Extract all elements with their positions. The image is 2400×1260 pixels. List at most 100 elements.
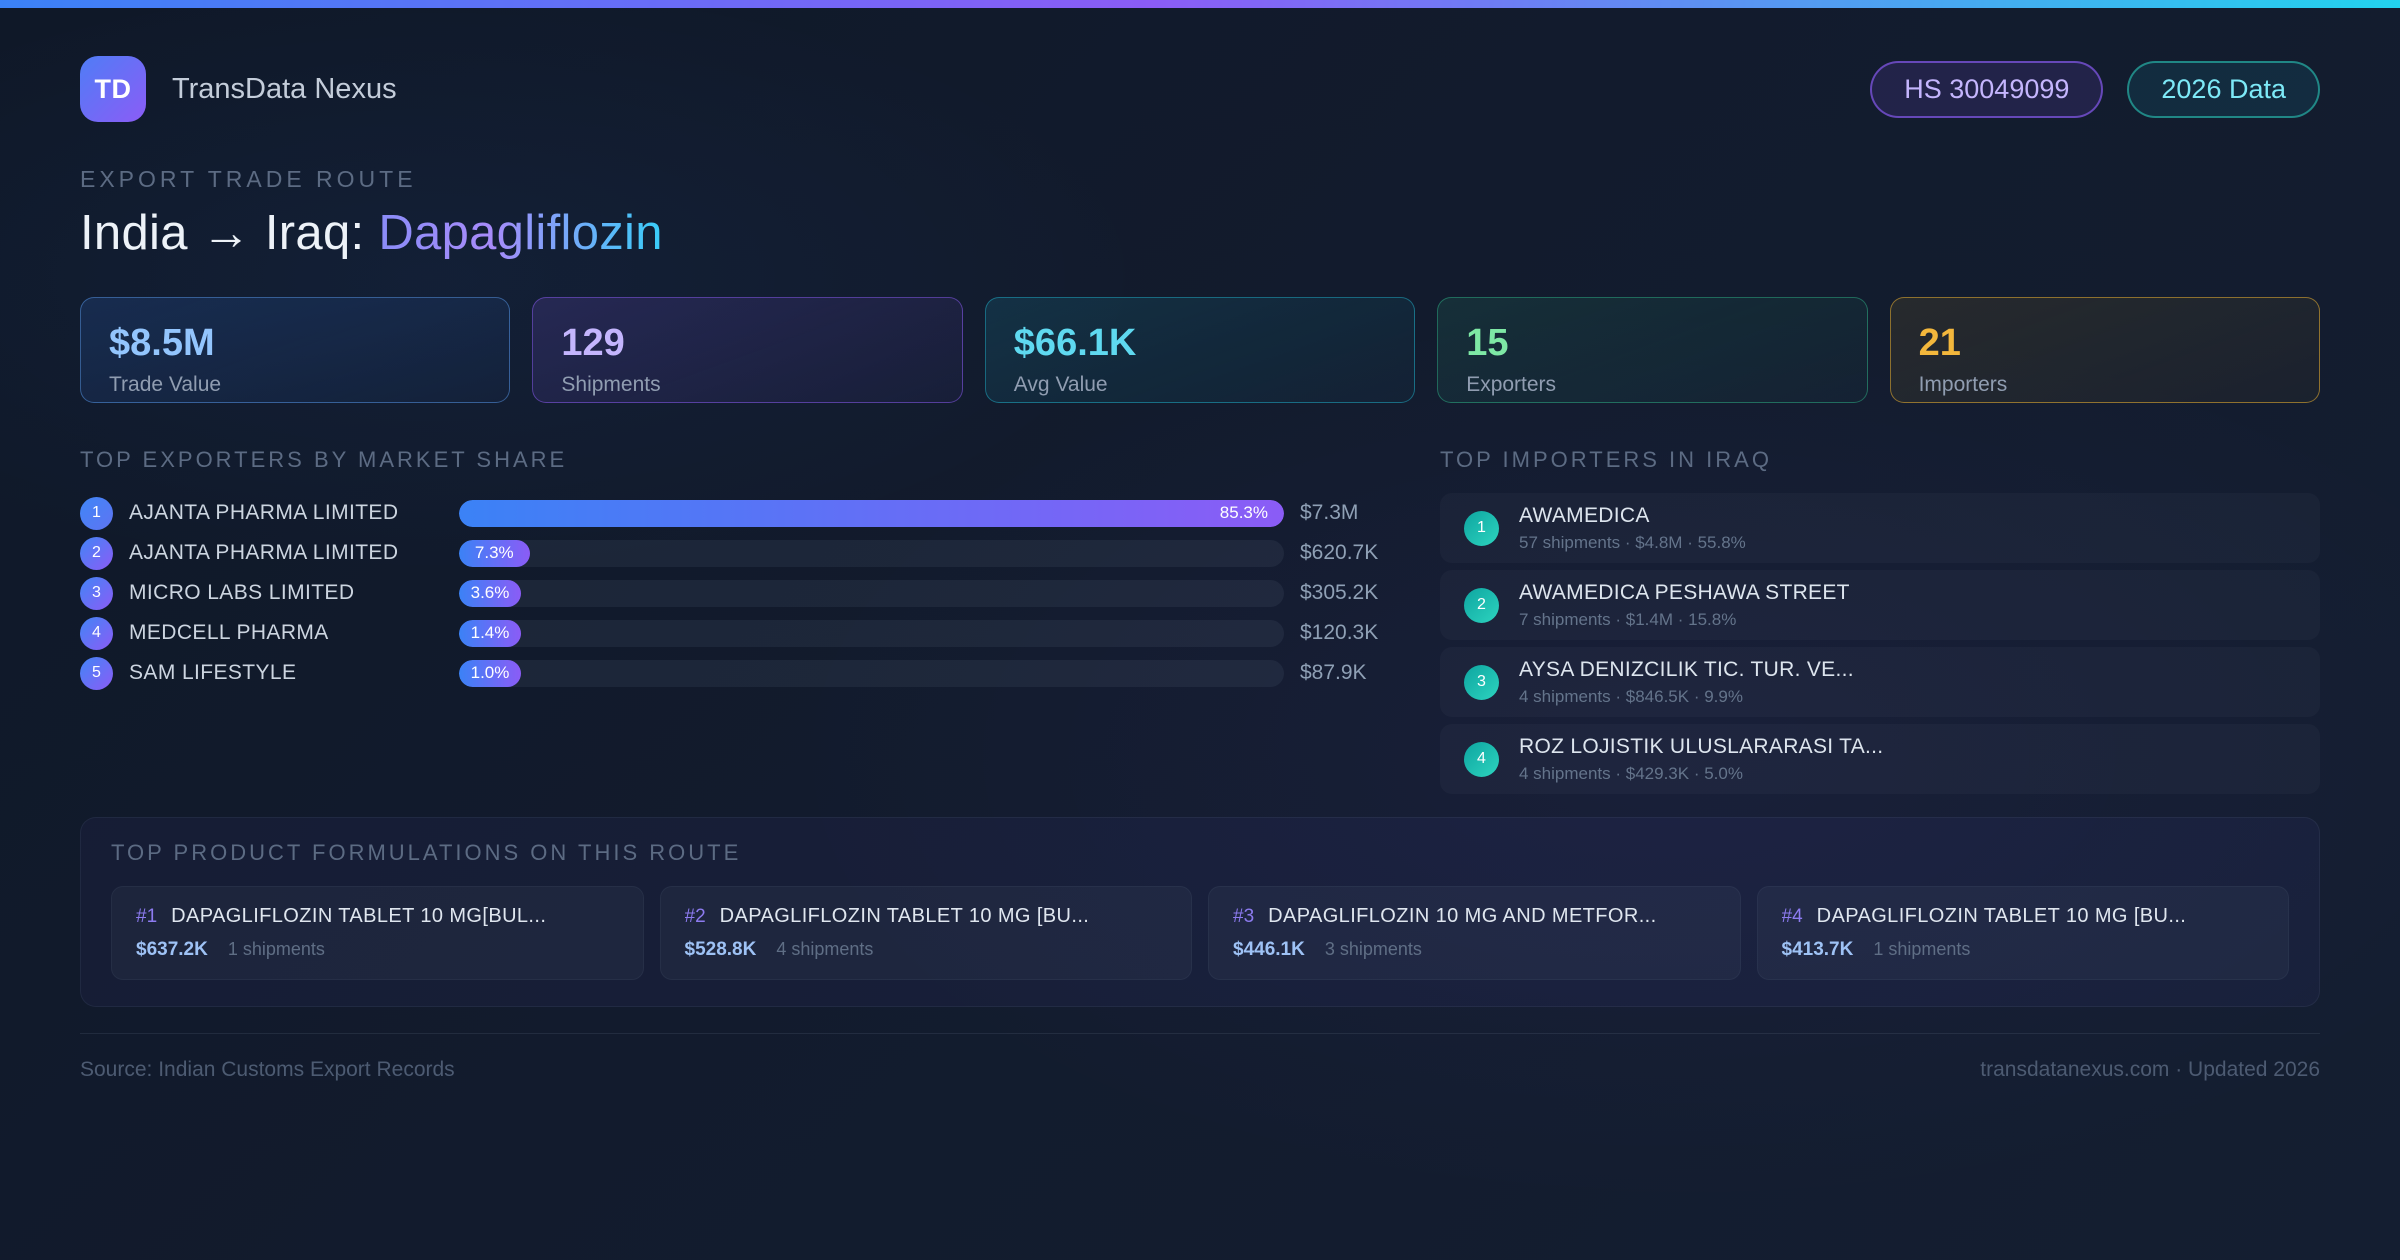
stat-card-shipments: 129 Shipments xyxy=(532,297,963,403)
market-share-bar-fill: 1.4% xyxy=(459,619,521,647)
page-title: India → Iraq: Dapagliflozin xyxy=(80,205,2320,261)
importers-section: TOP IMPORTERS IN IRAQ 1 AWAMEDICA 57 shipm… xyxy=(1440,447,2320,801)
product-name: DAPAGLIFLOZIN 10 MG AND METFOR... xyxy=(1268,905,1657,927)
brand-name: TransData Nexus xyxy=(172,72,397,105)
stat-card-avg-value: $66.1K Avg Value xyxy=(984,297,1416,403)
importer-info: ROZ LOJISTIK ULUSLARARASI TA... 4 shipmen… xyxy=(1519,735,1883,784)
rank-badge: 5 xyxy=(80,656,113,690)
exporters-list: 1 AJANTA PHARMA LIMITED 85.3% $7.3M 2 AJANTA … xyxy=(80,493,1400,693)
rank-badge: 1 xyxy=(80,496,113,530)
importers-heading: TOP IMPORTERS IN IRAQ xyxy=(1440,447,1772,472)
stat-value: $8.5M xyxy=(109,322,215,364)
products-list: #1 DAPAGLIFLOZIN TABLET 10 MG[BUL... $637.… xyxy=(111,886,2289,980)
importer-meta: 4 shipments · $429.3K · 5.0% xyxy=(1519,763,1743,783)
app-logo: TD xyxy=(80,56,146,122)
footer-source: Source: Indian Customs Export Records xyxy=(80,1058,455,1081)
header-badges: HS 30049099 2026 Data xyxy=(1870,60,2320,118)
rank-badge: 4 xyxy=(1464,741,1499,777)
product-title-row: #3 DAPAGLIFLOZIN 10 MG AND METFOR... xyxy=(1233,905,1716,928)
product-value: $413.7K xyxy=(1781,939,1854,960)
top-gradient-bar xyxy=(0,0,2400,8)
exporter-row[interactable]: 3 MICRO LABS LIMITED 3.6% $305.2K xyxy=(80,573,1400,613)
market-share-bar-fill: 7.3% xyxy=(459,539,530,567)
importer-info: AWAMEDICA PESHAWA STREET 7 shipments · $1… xyxy=(1519,581,1850,630)
footer-site: transdatanexus.com · Updated 2026 xyxy=(1980,1058,2320,1081)
importer-card[interactable]: 2 AWAMEDICA PESHAWA STREET 7 shipments · $… xyxy=(1440,570,2320,640)
brand: TD TransData Nexus xyxy=(80,56,397,122)
product-value: $637.2K xyxy=(136,939,208,960)
product-title-row: #1 DAPAGLIFLOZIN TABLET 10 MG[BUL... xyxy=(136,905,619,928)
product-rank: #1 xyxy=(136,906,158,927)
product-shipments: 1 shipments xyxy=(1873,939,1971,959)
product-rank: #3 xyxy=(1233,906,1255,927)
stat-label: Shipments xyxy=(561,373,661,396)
exporters-heading: TOP EXPORTERS BY MARKET SHARE xyxy=(80,447,568,472)
product-name: DAPAGLIFLOZIN TABLET 10 MG [BU... xyxy=(1816,905,2187,927)
product-name: DAPAGLIFLOZIN TABLET 10 MG[BUL... xyxy=(171,905,547,927)
exporter-name: SAM LIFESTYLE xyxy=(129,661,297,684)
product-shipments: 3 shipments xyxy=(1324,939,1422,959)
page-title-route: India → Iraq: xyxy=(80,206,379,260)
eyebrow-label: EXPORT TRADE ROUTE xyxy=(80,166,417,192)
exporter-row[interactable]: 5 SAM LIFESTYLE 1.0% $87.9K xyxy=(80,653,1400,693)
stat-card-importers: 21 Importers xyxy=(1889,297,2320,403)
product-value: $446.1K xyxy=(1233,939,1305,960)
rank-badge: 2 xyxy=(1464,587,1499,623)
rank-badge: 3 xyxy=(80,576,113,610)
importer-info: AYSA DENIZCILIK TIC. TUR. VE... 4 shipmen… xyxy=(1519,658,1854,707)
market-share-bar-fill: 1.0% xyxy=(459,659,521,687)
importer-info: AWAMEDICA 57 shipments · $4.8M · 55.8% xyxy=(1519,504,1746,553)
stat-value: 21 xyxy=(1918,322,1961,364)
importer-meta: 4 shipments · $846.5K · 9.9% xyxy=(1519,686,1743,706)
rank-badge: 1 xyxy=(1464,510,1499,546)
market-share-bar-track: 1.4% xyxy=(459,619,1284,647)
market-share-bar-fill: 85.3% xyxy=(459,499,1284,527)
importer-name: AWAMEDICA xyxy=(1519,503,1650,527)
rank-badge: 2 xyxy=(80,536,113,570)
stat-label: Avg Value xyxy=(1013,373,1108,396)
page-container: TD TransData Nexus HS 30049099 2026 Data… xyxy=(0,56,2400,1082)
importer-card[interactable]: 1 AWAMEDICA 57 shipments · $4.8M · 55.8% xyxy=(1440,493,2320,563)
product-card[interactable]: #1 DAPAGLIFLOZIN TABLET 10 MG[BUL... $637.… xyxy=(111,886,644,980)
product-value: $528.8K xyxy=(684,939,757,960)
exporter-row[interactable]: 2 AJANTA PHARMA LIMITED 7.3% $620.7K xyxy=(80,533,1400,573)
importer-card[interactable]: 3 AYSA DENIZCILIK TIC. TUR. VE... 4 shipme… xyxy=(1440,647,2320,717)
product-shipments: 1 shipments xyxy=(227,939,325,959)
exporters-section: TOP EXPORTERS BY MARKET SHARE 1 AJANTA PH… xyxy=(80,447,1400,801)
exporter-name: AJANTA PHARMA LIMITED xyxy=(129,501,399,524)
exporter-name: MEDCELL PHARMA xyxy=(129,621,329,644)
exporter-name: AJANTA PHARMA LIMITED xyxy=(129,541,399,564)
exporter-value: $305.2K xyxy=(1300,581,1379,604)
market-share-bar-track: 7.3% xyxy=(459,539,1284,567)
stat-card-exporters: 15 Exporters xyxy=(1437,297,1868,403)
product-title-row: #4 DAPAGLIFLOZIN TABLET 10 MG [BU... xyxy=(1782,905,2265,928)
product-card[interactable]: #2 DAPAGLIFLOZIN TABLET 10 MG [BU... $528.… xyxy=(659,886,1192,980)
exporter-value: $120.3K xyxy=(1300,621,1379,644)
stats-row: $8.5M Trade Value 129 Shipments $66.1K A… xyxy=(80,297,2320,403)
importer-card[interactable]: 4 ROZ LOJISTIK ULUSLARARASI TA... 4 shipme… xyxy=(1440,724,2320,794)
stat-label: Importers xyxy=(1918,373,2008,396)
product-meta-row: $637.2K 1 shipments xyxy=(136,939,619,961)
exporter-row[interactable]: 1 AJANTA PHARMA LIMITED 85.3% $7.3M xyxy=(80,493,1400,533)
importer-meta: 7 shipments · $1.4M · 15.8% xyxy=(1519,609,1737,629)
rank-badge: 4 xyxy=(80,616,113,650)
market-share-bar-track: 1.0% xyxy=(459,659,1284,687)
stat-value: 15 xyxy=(1466,322,1509,364)
main-columns: TOP EXPORTERS BY MARKET SHARE 1 AJANTA PH… xyxy=(80,447,2320,801)
importers-list: 1 AWAMEDICA 57 shipments · $4.8M · 55.8% 2 A… xyxy=(1440,493,2320,794)
market-share-bar-track: 3.6% xyxy=(459,579,1284,607)
importer-name: ROZ LOJISTIK ULUSLARARASI TA... xyxy=(1519,734,1884,758)
product-meta-row: $528.8K 4 shipments xyxy=(685,939,1168,961)
exporter-row[interactable]: 4 MEDCELL PHARMA 1.4% $120.3K xyxy=(80,613,1400,653)
product-title-row: #2 DAPAGLIFLOZIN TABLET 10 MG [BU... xyxy=(685,905,1168,928)
hs-code-badge: HS 30049099 xyxy=(1870,60,2104,118)
product-card[interactable]: #4 DAPAGLIFLOZIN TABLET 10 MG [BU... $413.… xyxy=(1756,886,2289,980)
product-name: DAPAGLIFLOZIN TABLET 10 MG [BU... xyxy=(719,905,1090,927)
exporter-value: $620.7K xyxy=(1300,541,1379,564)
data-year-badge: 2026 Data xyxy=(2127,60,2320,118)
product-rank: #4 xyxy=(1781,906,1803,927)
product-card[interactable]: #3 DAPAGLIFLOZIN 10 MG AND METFOR... $446.… xyxy=(1208,886,1741,980)
stat-value: 129 xyxy=(561,322,625,364)
exporter-value: $7.3M xyxy=(1300,501,1359,524)
stat-label: Exporters xyxy=(1466,373,1557,396)
